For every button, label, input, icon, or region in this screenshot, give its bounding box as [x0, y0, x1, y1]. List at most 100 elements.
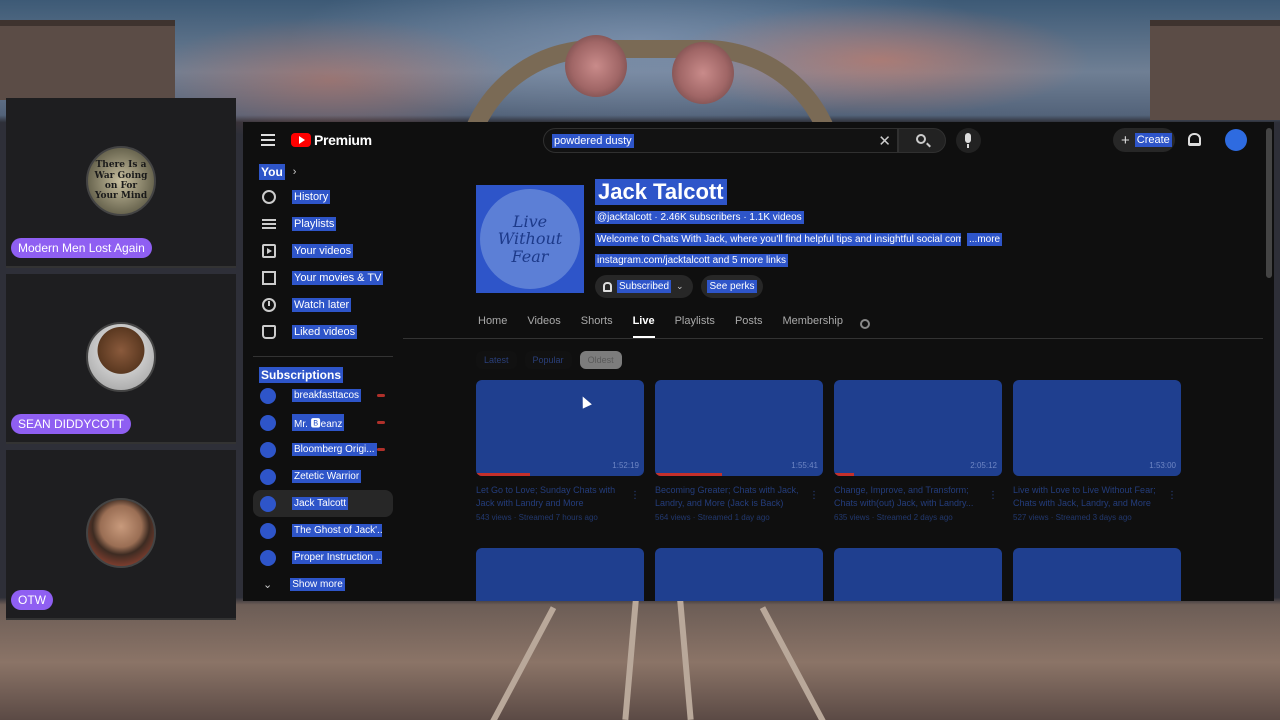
video-thumbnail[interactable]: [655, 548, 823, 601]
video-thumbnail[interactable]: 1:52:19: [476, 380, 644, 476]
page-scrollbar[interactable]: [1266, 128, 1272, 278]
video-thumbnail[interactable]: [476, 548, 644, 601]
logo-text: Premium: [314, 132, 372, 148]
channel-links[interactable]: instagram.com/jacktalcott and 5 more lin…: [595, 254, 788, 267]
tab-shorts[interactable]: Shorts: [581, 312, 613, 338]
menu-icon[interactable]: [261, 134, 275, 146]
sidebar-divider: [253, 356, 393, 357]
rail-track: [622, 589, 640, 720]
channel-avatar: [260, 495, 276, 512]
tab-posts[interactable]: Posts: [735, 312, 763, 338]
video-card[interactable]: [655, 548, 823, 601]
channel-avatar-large[interactable]: Live Without Fear: [476, 185, 584, 293]
sidebar-item-liked-videos[interactable]: Liked videos: [253, 318, 393, 345]
tabs-divider: [403, 338, 1263, 339]
create-button[interactable]: + Create: [1113, 128, 1175, 152]
video-card[interactable]: 1:52:19 Let Go to Love; Sunday Chats with…: [476, 380, 644, 522]
search-input[interactable]: powdered dusty ✕: [543, 128, 898, 153]
webcam-avatar: There Is a War Going on For Your Mind: [86, 146, 156, 216]
video-thumbnail[interactable]: 1:55:41: [655, 380, 823, 476]
microphone-icon[interactable]: [956, 128, 981, 153]
subscription-item[interactable]: Mr. 🅱eanz: [253, 409, 393, 436]
video-title[interactable]: Becoming Greater; Chats with Jack, Landr…: [655, 484, 805, 510]
show-more-button[interactable]: ⌄ Show more: [253, 571, 393, 598]
rail-track: [759, 606, 827, 720]
notifications-bell-icon[interactable]: [1188, 133, 1201, 146]
channel-avatar: [260, 549, 276, 566]
subscription-item[interactable]: Zetetic Warrior: [253, 463, 393, 490]
chevron-down-icon: ⌄: [676, 281, 684, 291]
chevron-down-icon: ⌄: [263, 579, 273, 591]
video-thumbnail[interactable]: [834, 548, 1002, 601]
subscription-label: Mr. 🅱eanz: [292, 414, 345, 431]
video-thumbnail[interactable]: 1:53:00: [1013, 380, 1181, 476]
subscription-label: Zetetic Warrior: [292, 470, 362, 483]
video-meta: 543 views · Streamed 7 hours ago: [476, 513, 598, 522]
more-options-icon[interactable]: ⋮: [988, 490, 998, 501]
video-card[interactable]: 2:05:12 Change, Improve, and Transform; C…: [834, 380, 1002, 522]
tab-playlists[interactable]: Playlists: [675, 312, 715, 338]
video-title[interactable]: Let Go to Love; Sunday Chats with Jack w…: [476, 484, 626, 510]
more-options-icon[interactable]: ⋮: [630, 490, 640, 501]
your-videos-icon: [262, 243, 276, 258]
clear-search-icon[interactable]: ✕: [878, 132, 891, 150]
channel-tabs: Home Videos Shorts Live Playlists Posts …: [478, 312, 863, 338]
subscription-item[interactable]: The Ghost of Jack'...: [253, 517, 393, 544]
subscribed-label: Subscribed: [617, 280, 672, 293]
tab-membership[interactable]: Membership: [782, 312, 843, 338]
channel-description[interactable]: Welcome to Chats With Jack, where you'll…: [595, 233, 1003, 246]
thumbs-up-icon: [262, 324, 276, 339]
create-label: Create: [1134, 133, 1172, 147]
video-card[interactable]: [834, 548, 1002, 601]
subscription-item[interactable]: Bloomberg Origi...: [253, 436, 393, 463]
video-duration: 1:52:19: [612, 461, 639, 470]
sidebar-item-movies[interactable]: Your movies & TV: [253, 264, 393, 291]
sidebar-item-history[interactable]: History: [253, 183, 393, 210]
video-thumbnail[interactable]: [1013, 548, 1181, 601]
sidebar-item-label: Watch later: [292, 297, 352, 312]
subscription-item[interactable]: Proper Instruction ...: [253, 544, 393, 571]
video-card[interactable]: 1:53:00 Live with Love to Live Without Fe…: [1013, 380, 1181, 522]
channel-avatar: [260, 522, 276, 539]
channel-title: Jack Talcott: [595, 179, 727, 205]
search-query: powdered dusty: [552, 134, 634, 148]
video-card[interactable]: 1:55:41 Becoming Greater; Chats with Jack…: [655, 380, 823, 522]
sidebar-item-watch-later[interactable]: Watch later: [253, 291, 393, 318]
video-title[interactable]: Change, Improve, and Transform; Chats wi…: [834, 484, 984, 510]
avatar-caption: There Is a War Going on For Your Mind: [94, 160, 148, 202]
subscription-label: Jack Talcott: [292, 497, 349, 510]
tab-videos[interactable]: Videos: [527, 312, 560, 338]
more-link[interactable]: ...more: [967, 233, 1003, 246]
rose-decoration: [565, 35, 627, 97]
see-perks-button[interactable]: See perks: [701, 275, 763, 298]
video-thumbnail[interactable]: 2:05:12: [834, 380, 1002, 476]
sidebar-item-playlists[interactable]: Playlists: [253, 210, 393, 237]
video-meta: 527 views · Streamed 3 days ago: [1013, 513, 1132, 522]
more-options-icon[interactable]: ⋮: [809, 490, 819, 501]
subscription-item-active[interactable]: Jack Talcott: [253, 490, 393, 517]
video-title[interactable]: Live with Love to Live Without Fear; Cha…: [1013, 484, 1163, 510]
chip-latest[interactable]: Latest: [476, 351, 517, 369]
history-icon: [262, 189, 276, 204]
description-text: Welcome to Chats With Jack, where you'll…: [595, 233, 961, 246]
more-options-icon[interactable]: ⋮: [1167, 490, 1177, 501]
youtube-logo[interactable]: Premium: [291, 132, 372, 148]
live-indicator-icon: [377, 394, 385, 397]
tab-live[interactable]: Live: [632, 312, 655, 338]
subscribed-button[interactable]: Subscribed ⌄: [595, 275, 693, 298]
tab-home[interactable]: Home: [478, 312, 507, 338]
account-avatar[interactable]: [1225, 129, 1247, 151]
search-button[interactable]: [898, 128, 946, 153]
sidebar-you[interactable]: You ›: [259, 164, 296, 180]
chip-oldest[interactable]: Oldest: [579, 351, 622, 369]
perks-label: See perks: [707, 280, 757, 293]
clock-icon: [262, 297, 276, 312]
video-card[interactable]: [476, 548, 644, 601]
watch-progress-bar: [834, 473, 855, 476]
video-card[interactable]: [1013, 548, 1181, 601]
sidebar-item-your-videos[interactable]: Your videos: [253, 237, 393, 264]
channel-avatar: [260, 468, 276, 485]
channel-search-icon[interactable]: [860, 319, 870, 329]
subscription-item[interactable]: breakfasttacos: [253, 382, 393, 409]
chip-popular[interactable]: Popular: [524, 351, 572, 369]
